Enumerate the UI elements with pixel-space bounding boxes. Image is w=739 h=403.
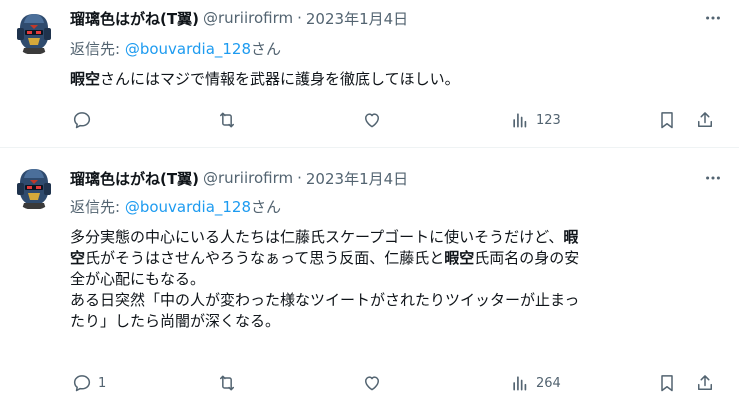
tweet-text-line: 全が心配にもなる。 xyxy=(70,269,720,290)
highlighted-keyword: 空 xyxy=(70,249,86,267)
share-icon xyxy=(698,112,712,127)
share-button[interactable] xyxy=(695,107,715,133)
tweet-actions: 123 xyxy=(62,107,722,133)
retweet-button[interactable] xyxy=(217,107,237,133)
highlighted-keyword: 暇空 xyxy=(70,70,101,88)
retweet-icon xyxy=(220,112,234,128)
tweet-text-line: たり」したら尚闇が深くなる。 xyxy=(70,311,720,332)
highlighted-keyword: 暇 xyxy=(563,228,579,246)
reply-suffix: さん xyxy=(251,198,282,216)
views-button[interactable]: 123 xyxy=(510,107,561,133)
more-options-button[interactable] xyxy=(703,168,723,188)
avatar[interactable] xyxy=(12,166,56,210)
reply-icon xyxy=(73,375,91,392)
reply-context: 返信先: @bouvardia_128さん xyxy=(70,196,281,217)
reply-count: 1 xyxy=(98,375,107,391)
tweet-date[interactable]: 2023年1月4日 xyxy=(306,168,408,189)
tweet-text: 多分実態の中心にいる人たちは仁藤氏スケープゴートに使いそうだけど、暇 空氏がそうは… xyxy=(70,227,720,332)
reply-button[interactable]: 1 xyxy=(72,370,106,396)
text-segment: 多分実態の中心にいる人たちは仁藤氏スケープゴートに使いそうだけど、 xyxy=(70,228,564,246)
heart-icon xyxy=(365,376,379,391)
reply-mention-link[interactable]: @bouvardia_128 xyxy=(125,40,251,58)
text-segment: 氏がそうはさせんやろうなぁって思う反面、仁藤氏と xyxy=(85,249,445,267)
text-segment: 全が心配にもなる。 xyxy=(70,270,206,288)
share-button[interactable] xyxy=(695,370,715,396)
tweet-text-line: 暇空さんにはマジで情報を武器に護身を徹底してほしい。 xyxy=(70,69,720,90)
tweet-text-line: 空氏がそうはさせんやろうなぁって思う反面、仁藤氏と暇空氏両名の身の安 xyxy=(70,248,720,269)
avatar[interactable] xyxy=(12,11,56,55)
share-icon xyxy=(698,375,712,390)
tweet-header: 瑠璃色はがね(T翼) @ruriirofirm · 2023年1月4日 xyxy=(70,8,408,28)
retweet-icon xyxy=(220,375,234,391)
reply-suffix: さん xyxy=(251,40,282,58)
tweet[interactable]: 瑠璃色はがね(T翼) @ruriirofirm · 2023年1月4日 返信先:… xyxy=(0,0,739,147)
display-name[interactable]: 瑠璃色はがね(T翼) xyxy=(70,168,199,189)
user-handle[interactable]: @ruriirofirm xyxy=(203,9,293,27)
reply-context: 返信先: @bouvardia_128さん xyxy=(70,38,281,59)
text-segment: たり」したら尚闇が深くなる。 xyxy=(70,312,281,330)
more-dots-icon xyxy=(706,16,720,20)
view-count: 264 xyxy=(536,375,561,391)
text-segment: 氏両名の身の安 xyxy=(474,249,580,267)
views-chart-icon xyxy=(513,376,527,391)
more-options-button[interactable] xyxy=(703,8,723,28)
reply-prefix: 返信先: xyxy=(70,198,125,216)
tweet-header: 瑠璃色はがね(T翼) @ruriirofirm · 2023年1月4日 xyxy=(70,168,408,188)
tweet-text-line: 多分実態の中心にいる人たちは仁藤氏スケープゴートに使いそうだけど、暇 xyxy=(70,227,720,248)
views-button[interactable]: 264 xyxy=(510,370,561,396)
reply-button[interactable] xyxy=(72,107,98,133)
separator-dot: · xyxy=(297,9,302,27)
bookmark-icon xyxy=(661,375,673,392)
views-chart-icon xyxy=(513,113,527,128)
tweet[interactable]: 瑠璃色はがね(T翼) @ruriirofirm · 2023年1月4日 返信先:… xyxy=(0,147,739,403)
bookmark-button[interactable] xyxy=(657,370,677,396)
tweet-text: 暇空さんにはマジで情報を武器に護身を徹底してほしい。 xyxy=(70,69,720,90)
tweet-date[interactable]: 2023年1月4日 xyxy=(306,8,408,29)
separator-dot: · xyxy=(297,169,302,187)
avatar-robot-image xyxy=(12,166,56,210)
display-name[interactable]: 瑠璃色はがね(T翼) xyxy=(70,8,199,29)
like-button[interactable] xyxy=(362,370,382,396)
like-button[interactable] xyxy=(362,107,382,133)
view-count: 123 xyxy=(536,112,561,128)
text-segment: ある日突然「中の人が変わった様なツイートがされたりツイッターが止まっ xyxy=(70,291,580,309)
bookmark-icon xyxy=(661,112,673,129)
tweet-actions: 1 264 xyxy=(62,370,722,396)
avatar-robot-image xyxy=(12,11,56,55)
reply-icon xyxy=(73,112,91,129)
heart-icon xyxy=(365,113,379,128)
more-dots-icon xyxy=(706,176,720,180)
highlighted-keyword: 暇空 xyxy=(444,249,475,267)
bookmark-button[interactable] xyxy=(657,107,677,133)
retweet-button[interactable] xyxy=(217,370,237,396)
text-segment: さんにはマジで情報を武器に護身を徹底してほしい。 xyxy=(100,70,460,88)
reply-mention-link[interactable]: @bouvardia_128 xyxy=(125,198,251,216)
user-handle[interactable]: @ruriirofirm xyxy=(203,169,293,187)
reply-prefix: 返信先: xyxy=(70,40,125,58)
tweet-text-line: ある日突然「中の人が変わった様なツイートがされたりツイッターが止まっ xyxy=(70,290,720,311)
